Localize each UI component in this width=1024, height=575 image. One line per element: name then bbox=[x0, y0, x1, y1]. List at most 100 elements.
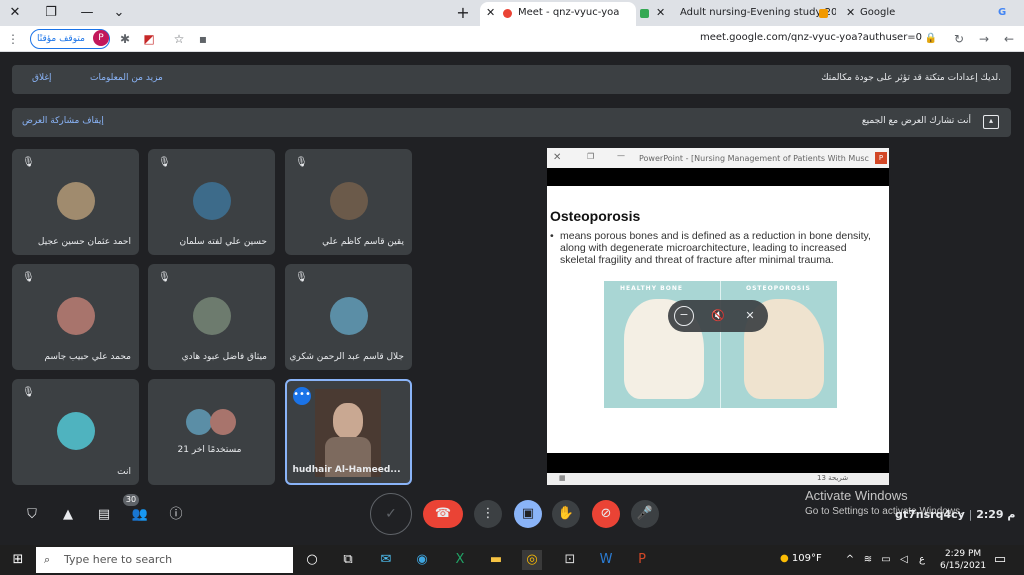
windows-start-icon[interactable]: ⊞ bbox=[8, 550, 28, 570]
pres-window-title: PowerPoint - [Nursing Management of Pati… bbox=[639, 154, 869, 163]
powerpoint-icon[interactable]: P bbox=[632, 550, 652, 570]
wifi-icon[interactable]: ≋ bbox=[858, 550, 878, 570]
camera-toggle-button[interactable]: ⊘ bbox=[592, 500, 620, 528]
meeting-time: 2:29 م bbox=[976, 508, 1016, 521]
present-screen-icon: ▣ bbox=[521, 506, 535, 521]
tab-adult-nursing[interactable]: ✕ Adult nursing-Evening study 202 bbox=[636, 2, 836, 26]
back-icon[interactable]: → bbox=[975, 30, 993, 48]
camera-in-use-icon[interactable]: ▪ bbox=[194, 30, 212, 48]
mic-off-icon: 🎙 bbox=[158, 157, 171, 168]
presentation-view[interactable]: ✕ ❐ — PowerPoint - [Nursing Management o… bbox=[547, 148, 889, 485]
sun-icon: ● bbox=[780, 553, 789, 564]
reload-icon[interactable]: ↻ bbox=[950, 30, 968, 48]
weather-widget[interactable]: ● 109°F bbox=[780, 553, 822, 564]
others-tile[interactable]: 21 مستخدمًا آخر bbox=[148, 379, 275, 485]
chevron-up-icon[interactable]: ^ bbox=[840, 550, 860, 570]
avatar bbox=[210, 409, 236, 435]
tab-search-icon[interactable]: ⌄ bbox=[108, 3, 130, 23]
audio-off-icon[interactable]: 🔇 bbox=[708, 306, 728, 326]
meeting-info-icon[interactable]: ⓘ bbox=[166, 505, 186, 525]
close-tab-icon[interactable]: ✕ bbox=[846, 2, 855, 24]
volume-icon[interactable]: ◁ bbox=[894, 550, 914, 570]
powerpoint-title-bar: ✕ ❐ — PowerPoint - [Nursing Management o… bbox=[547, 148, 889, 168]
more-options-icon[interactable]: ••• bbox=[293, 387, 311, 405]
clock-time: 2:29 PM bbox=[944, 549, 982, 559]
battery-icon[interactable]: ▭ bbox=[876, 550, 896, 570]
avatar bbox=[57, 297, 95, 335]
close-tab-icon[interactable]: ✕ bbox=[656, 2, 665, 24]
task-view-icon[interactable]: ⧉ bbox=[338, 550, 358, 570]
tab-google[interactable]: ✕ Google G bbox=[836, 2, 1012, 26]
store-icon[interactable]: ⊡ bbox=[560, 550, 580, 570]
forward-icon[interactable]: ← bbox=[1000, 30, 1018, 48]
powerpoint-icon: P bbox=[875, 152, 887, 164]
participant-tile[interactable]: 🎙 أحمد عثمان حسين عجيل bbox=[12, 149, 139, 255]
profile-avatar[interactable]: P bbox=[93, 30, 109, 46]
edge-icon[interactable]: ◉ bbox=[412, 550, 432, 570]
minimize-presentation-icon[interactable]: − bbox=[674, 306, 694, 326]
avatar bbox=[186, 409, 212, 435]
bookmark-star-icon[interactable]: ☆ bbox=[170, 30, 188, 48]
tab-title: Adult nursing-Evening study 202 bbox=[680, 7, 836, 18]
participant-video bbox=[315, 389, 381, 477]
restore-window-icon[interactable]: ❐ bbox=[40, 3, 62, 23]
notifications-icon[interactable]: ▭ bbox=[990, 550, 1010, 570]
tab-meet[interactable]: ✕ Meet - qnz-vyuc-yoa bbox=[480, 2, 636, 26]
participant-tile[interactable]: 🎙 جلال قاسم عبد الرحمن شكري bbox=[285, 264, 412, 370]
present-now-button[interactable]: ▣ bbox=[514, 500, 542, 528]
reaction-button[interactable]: ✓ bbox=[370, 493, 412, 535]
participant-tile[interactable]: 🎙 ميثاق فاضل عبود هادي bbox=[148, 264, 275, 370]
image-label: HEALTHY BONE bbox=[620, 285, 683, 292]
participant-tile[interactable]: 🎙 يقين قاسم كاظم علي bbox=[285, 149, 412, 255]
host-controls-shield-icon[interactable]: ⛉ bbox=[22, 505, 42, 525]
address-bar: ⋮ متوقف مؤقتًا P ✱ ◩ ☆ ▪ meet.google.com… bbox=[0, 26, 1024, 52]
close-icon: ✕ bbox=[553, 152, 562, 163]
watermark-line1: Activate Windows bbox=[805, 488, 908, 503]
file-explorer-icon[interactable]: ▬ bbox=[486, 550, 506, 570]
meeting-code: gt7nsrq4cy bbox=[895, 508, 965, 521]
more-options-button[interactable]: ⋮ bbox=[474, 500, 502, 528]
leave-call-button[interactable]: ☎ bbox=[423, 500, 463, 528]
dismiss-banner-button[interactable]: إغلاق bbox=[32, 73, 52, 83]
minimize-icon: — bbox=[617, 151, 625, 160]
close-tab-icon[interactable]: ✕ bbox=[486, 2, 495, 24]
taskbar-clock[interactable]: 2:29 PM 6/15/2021 bbox=[940, 548, 986, 572]
activities-icon[interactable]: ▲ bbox=[58, 505, 78, 525]
temperature: 109°F bbox=[791, 553, 822, 564]
stop-presenting-button[interactable]: إيقاف مشاركة العرض bbox=[22, 116, 104, 126]
language-indicator[interactable]: ع bbox=[912, 550, 932, 570]
close-window-icon[interactable]: ✕ bbox=[4, 3, 26, 23]
more-info-link[interactable]: مزيد من المعلومات bbox=[90, 73, 163, 83]
lock-icon[interactable]: 🔒 bbox=[922, 30, 940, 48]
cortana-icon[interactable]: ○ bbox=[302, 550, 322, 570]
extensions-puzzle-icon[interactable]: ✱ bbox=[116, 30, 134, 48]
chrome-icon[interactable]: ◎ bbox=[522, 550, 542, 570]
avatar bbox=[330, 182, 368, 220]
raise-hand-button[interactable]: ✋ bbox=[552, 500, 580, 528]
banner-message: لديك إعدادات متكتة قد تؤثر على جودة مكال… bbox=[821, 73, 1001, 83]
menu-kebab-icon[interactable]: ⋮ bbox=[4, 30, 22, 48]
black-bar bbox=[547, 168, 889, 186]
hand-icon: ✋ bbox=[557, 506, 575, 521]
active-speaker-tile[interactable]: ••• hudhair Al-Hameed... bbox=[285, 379, 412, 485]
excel-icon[interactable]: X bbox=[450, 550, 470, 570]
self-tile[interactable]: 🎙 أنت bbox=[12, 379, 139, 485]
word-icon[interactable]: W bbox=[596, 550, 616, 570]
people-icon[interactable]: 👥 bbox=[130, 505, 150, 525]
pin-off-icon[interactable]: ✕ bbox=[740, 306, 760, 326]
taskbar-search-box[interactable]: ⌕ Type here to search bbox=[36, 547, 293, 573]
tab-title: Meet - qnz-vyuc-yoa bbox=[518, 7, 620, 18]
chat-icon[interactable]: ▤ bbox=[94, 505, 114, 525]
participant-name: حسين علي لفته سلمان bbox=[179, 237, 267, 247]
new-tab-button[interactable]: + bbox=[452, 3, 474, 23]
participant-tile[interactable]: 🎙 حسين علي لفته سلمان bbox=[148, 149, 275, 255]
minimize-window-icon[interactable]: — bbox=[76, 3, 98, 23]
microphone-toggle-button[interactable]: 🎤 bbox=[631, 500, 659, 528]
url-text[interactable]: meet.google.com/qnz-vyuc-yoa?authuser=0 bbox=[700, 32, 922, 43]
participant-tile[interactable]: 🎙 محمد علي حبيب جاسم bbox=[12, 264, 139, 370]
bullet-text: means porous bones and is defined as a r… bbox=[560, 230, 871, 266]
participant-name: جلال قاسم عبد الرحمن شكري bbox=[289, 352, 404, 362]
extension-icon[interactable]: ◩ bbox=[140, 30, 158, 48]
mail-icon[interactable]: ✉ bbox=[376, 550, 396, 570]
mic-off-icon: 🎙 bbox=[22, 157, 35, 168]
